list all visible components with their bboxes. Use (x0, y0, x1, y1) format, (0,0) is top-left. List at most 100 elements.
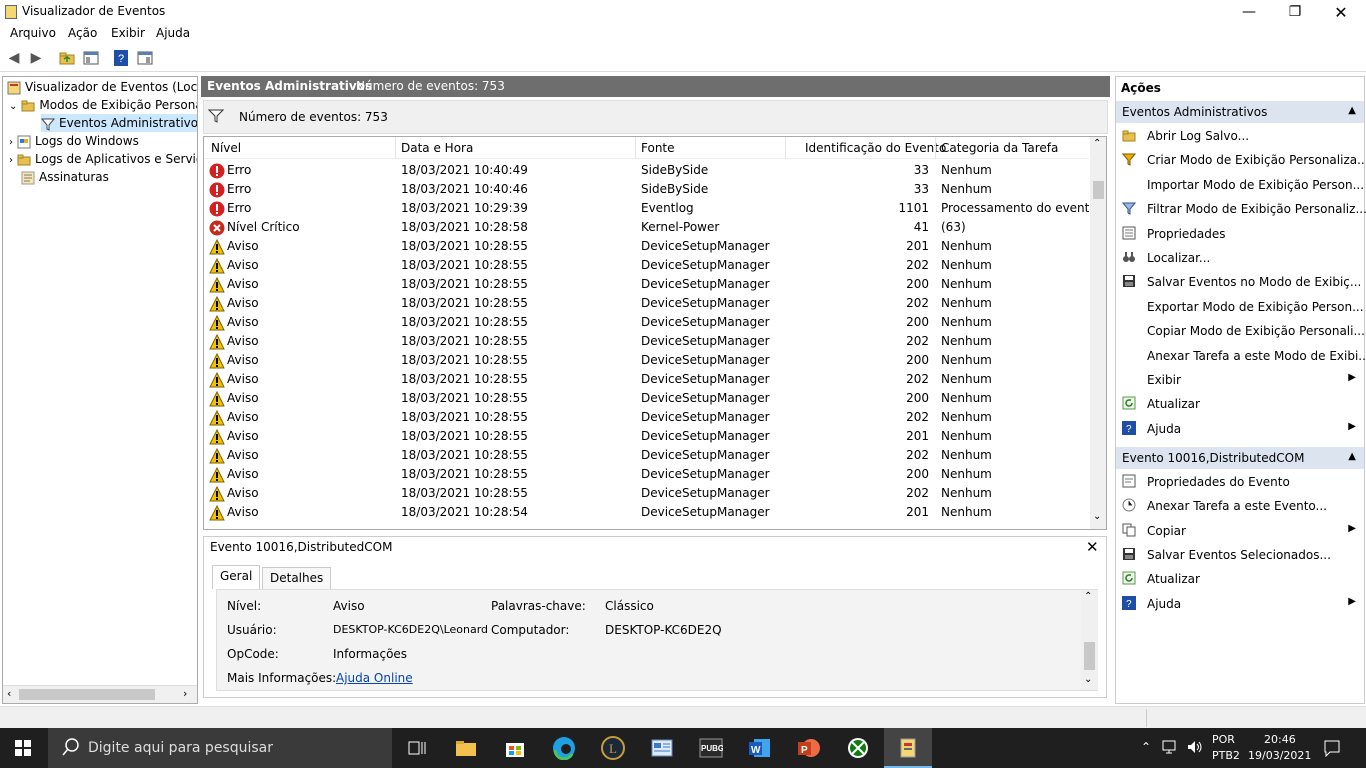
menu-acao[interactable]: Ação (68, 26, 97, 40)
column-header-level[interactable]: Nível (211, 141, 241, 155)
action-item[interactable]: Filtrar Modo de Exibição Personaliz... (1116, 198, 1366, 220)
help-icon[interactable]: ? (112, 49, 130, 67)
control-panel-icon[interactable] (650, 736, 674, 760)
menu-ajuda[interactable]: Ajuda (156, 26, 190, 40)
clock-time[interactable]: 20:46 (1264, 733, 1296, 746)
back-arrow-icon[interactable]: ◀ (5, 49, 23, 67)
scroll-up-icon[interactable]: ⌃ (1084, 591, 1092, 602)
up-folder-icon[interactable] (58, 49, 76, 67)
scroll-thumb[interactable] (1093, 181, 1104, 199)
action-item[interactable]: Atualizar (1116, 568, 1364, 590)
show-hide-actions-icon[interactable] (136, 49, 154, 67)
task-view-icon[interactable] (405, 736, 429, 760)
tree-horizontal-scrollbar[interactable]: ‹ › (3, 685, 197, 703)
tree-item-app-logs[interactable]: › Logs de Aplicativos e Serviço (9, 150, 197, 168)
column-header-task-category[interactable]: Categoria da Tarefa (941, 141, 1058, 155)
scroll-thumb[interactable] (19, 689, 155, 700)
chevron-right-icon[interactable]: › (9, 155, 13, 166)
detail-vertical-scrollbar[interactable]: ⌃ ⌄ (1081, 590, 1098, 690)
actions-section-admin-events[interactable]: Eventos Administrativos ▲ (1116, 101, 1364, 123)
action-item[interactable]: Salvar Eventos Selecionados... (1116, 544, 1364, 566)
tree-item-admin-events[interactable]: Eventos Administrativos (40, 114, 197, 132)
scroll-right-icon[interactable]: › (183, 687, 187, 700)
edge-icon[interactable] (552, 736, 576, 761)
menu-exibir[interactable]: Exibir (111, 26, 145, 40)
action-item[interactable]: Criar Modo de Exibição Personaliza... (1116, 149, 1366, 171)
action-item[interactable]: Abrir Log Salvo... (1116, 125, 1364, 147)
actions-section-event[interactable]: Evento 10016,DistributedCOM ▲ (1116, 447, 1364, 469)
tab-geral[interactable]: Geral (212, 565, 261, 589)
table-row[interactable]: Aviso 18/03/2021 10:28:54 DeviceSetupManag… (204, 503, 1089, 522)
scroll-up-icon[interactable]: ⌃ (1093, 138, 1101, 149)
table-row[interactable]: Nível Crítico 18/03/2021 10:28:58 Kernel-P… (204, 218, 1089, 237)
table-row[interactable]: Aviso 18/03/2021 10:28:55 DeviceSetupManag… (204, 237, 1089, 256)
table-row[interactable]: Aviso 18/03/2021 10:28:55 DeviceSetupManag… (204, 351, 1089, 370)
table-row[interactable]: Aviso 18/03/2021 10:28:55 DeviceSetupManag… (204, 332, 1089, 351)
maximize-button[interactable]: ❐ (1272, 0, 1318, 24)
action-item[interactable]: ? Ajuda ▶ (1116, 418, 1364, 440)
event-list-vertical-scrollbar[interactable]: ⌃ ⌄ (1090, 137, 1106, 529)
action-item[interactable]: ? Ajuda ▶ (1116, 593, 1364, 615)
scroll-left-icon[interactable]: ‹ (7, 687, 11, 700)
table-row[interactable]: Aviso 18/03/2021 10:28:55 DeviceSetupManag… (204, 313, 1089, 332)
scroll-thumb[interactable] (1084, 642, 1095, 670)
xbox-icon[interactable] (846, 736, 870, 760)
notifications-icon[interactable] (1323, 739, 1341, 760)
scroll-down-icon[interactable]: ⌄ (1093, 511, 1101, 522)
clock-date[interactable]: 19/03/2021 (1248, 749, 1311, 762)
store-icon[interactable] (503, 736, 527, 760)
table-row[interactable]: Aviso 18/03/2021 10:28:55 DeviceSetupManag… (204, 465, 1089, 484)
column-header-source[interactable]: Fonte (641, 141, 675, 155)
column-header-event-id[interactable]: Identificação do Evento (805, 141, 946, 155)
windows-start-icon[interactable] (15, 740, 31, 759)
tree-item-custom-views[interactable]: ⌄ Modos de Exibição Personali (9, 96, 197, 114)
collapse-icon[interactable]: ▲ (1348, 451, 1356, 462)
table-row[interactable]: Aviso 18/03/2021 10:28:55 DeviceSetupManag… (204, 408, 1089, 427)
table-row[interactable]: Erro 18/03/2021 10:29:39 Eventlog 1101 Proce… (204, 199, 1097, 218)
table-row[interactable]: Aviso 18/03/2021 10:28:55 DeviceSetupManag… (204, 294, 1089, 313)
action-item[interactable]: Atualizar (1116, 393, 1364, 415)
pubg-icon[interactable]: PUBG (699, 736, 724, 760)
file-explorer-icon[interactable] (454, 736, 478, 760)
chevron-down-icon[interactable]: ⌄ (9, 101, 17, 112)
action-item[interactable]: Anexar Tarefa a este Evento... (1116, 495, 1364, 517)
close-detail-icon[interactable]: ✕ (1086, 538, 1099, 556)
table-row[interactable]: Aviso 18/03/2021 10:28:55 DeviceSetupManag… (204, 484, 1089, 503)
scroll-down-icon[interactable]: ⌄ (1084, 674, 1092, 685)
menu-arquivo[interactable]: Arquivo (10, 26, 56, 40)
forward-arrow-icon[interactable]: ▶ (27, 49, 45, 67)
action-item[interactable]: Exibir ▶ (1116, 369, 1364, 391)
tree-item-subscriptions[interactable]: Assinaturas (21, 168, 109, 186)
action-item[interactable]: Propriedades (1116, 223, 1364, 245)
action-item[interactable]: Copiar Modo de Exibição Personali... (1116, 320, 1365, 342)
table-row[interactable]: Aviso 18/03/2021 10:28:55 DeviceSetupManag… (204, 446, 1089, 465)
action-item[interactable]: Salvar Eventos no Modo de Exibiç... (1116, 271, 1364, 293)
table-row[interactable]: Aviso 18/03/2021 10:28:55 DeviceSetupManag… (204, 427, 1089, 446)
volume-icon[interactable] (1186, 739, 1204, 758)
collapse-icon[interactable]: ▲ (1348, 105, 1356, 116)
close-button[interactable]: ✕ (1318, 0, 1364, 24)
taskbar-search-box[interactable]: Digite aqui para pesquisar (48, 728, 392, 768)
tab-detalhes[interactable]: Detalhes (262, 567, 332, 589)
table-row[interactable]: Erro 18/03/2021 10:40:46 SideBySide 33 Nenhu… (204, 180, 1089, 199)
action-item[interactable]: Importar Modo de Exibição Person... (1116, 174, 1364, 196)
league-of-legends-icon[interactable]: L (601, 736, 625, 760)
action-item[interactable]: Copiar ▶ (1116, 520, 1364, 542)
action-item[interactable]: Localizar... (1116, 247, 1364, 269)
network-icon[interactable] (1162, 739, 1180, 758)
action-item[interactable]: Propriedades do Evento (1116, 471, 1364, 493)
word-icon[interactable]: W (748, 736, 772, 760)
chevron-up-icon[interactable]: ⌃ (1141, 740, 1151, 754)
table-row[interactable]: Aviso 18/03/2021 10:28:55 DeviceSetupManag… (204, 370, 1089, 389)
online-help-link[interactable]: Ajuda Online (336, 671, 413, 685)
table-row[interactable]: Aviso 18/03/2021 10:28:55 DeviceSetupManag… (204, 389, 1089, 408)
table-row[interactable]: Aviso 18/03/2021 10:28:55 DeviceSetupManag… (204, 275, 1089, 294)
chevron-right-icon[interactable]: › (9, 137, 13, 148)
column-header-date[interactable]: Data e Hora (401, 141, 473, 155)
input-language[interactable]: POR (1212, 733, 1235, 746)
show-hide-tree-icon[interactable] (82, 49, 100, 67)
keyboard-layout[interactable]: PTB2 (1212, 749, 1240, 762)
action-item[interactable]: Exportar Modo de Exibição Person... (1116, 296, 1364, 318)
table-row[interactable]: Aviso 18/03/2021 10:28:55 DeviceSetupManag… (204, 256, 1089, 275)
tree-item-root[interactable]: Visualizador de Eventos (Local) (7, 78, 197, 96)
